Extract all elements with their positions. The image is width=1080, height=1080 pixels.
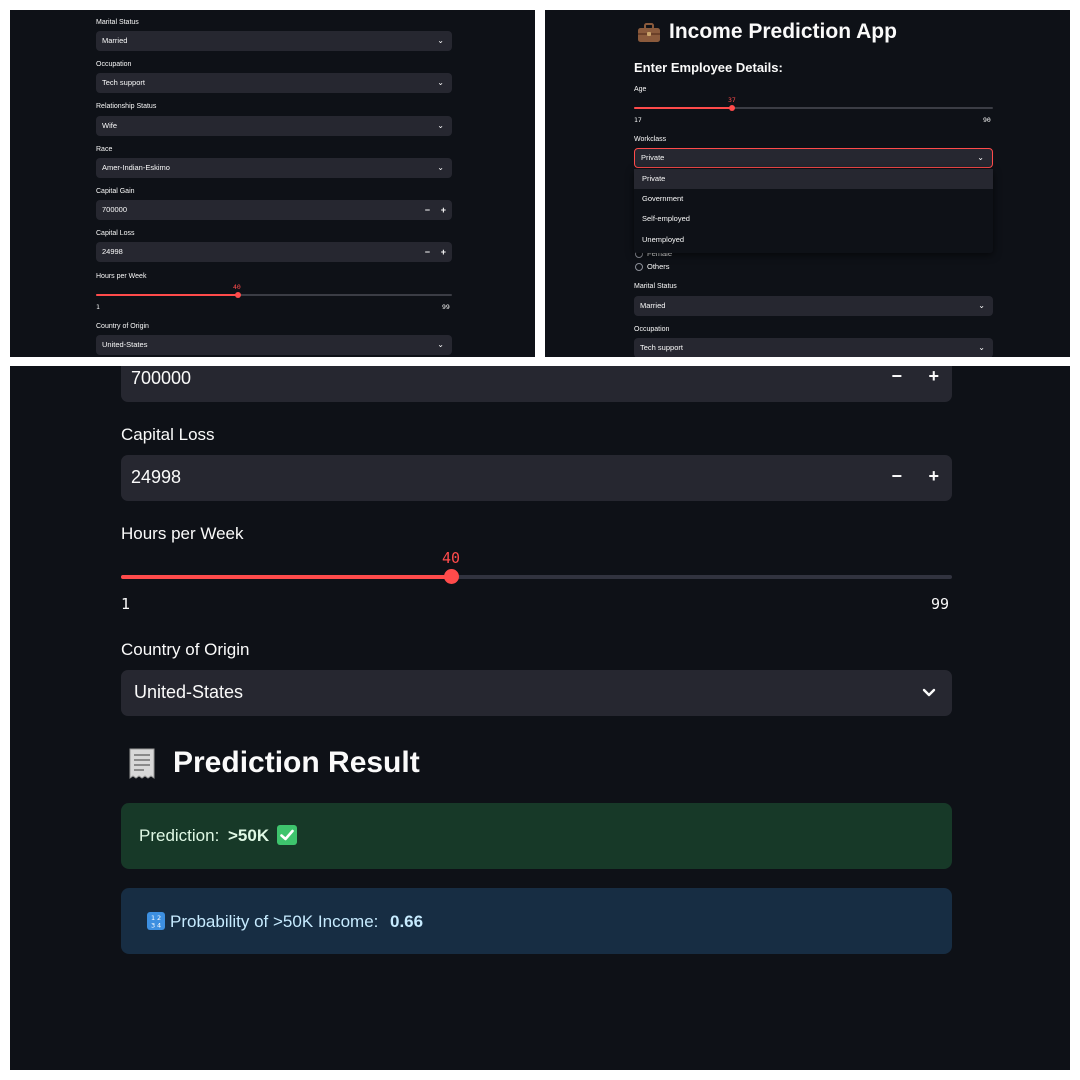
capital-loss-value: 24998 bbox=[131, 467, 182, 487]
hours-slider-value: 40 bbox=[233, 283, 241, 291]
hours-slider-value: 40 bbox=[442, 549, 461, 567]
chevron-down-icon: ⌄ bbox=[437, 78, 444, 87]
marital-status-value: Married bbox=[102, 36, 128, 45]
hours-slider-min: 1 bbox=[96, 303, 100, 311]
marital-status-label: Marital Status bbox=[96, 19, 139, 26]
capital-loss-value: 24998 bbox=[102, 247, 123, 256]
svg-text:3: 3 bbox=[151, 922, 155, 930]
race-label: Race bbox=[96, 146, 113, 153]
chevron-down-icon: ⌄ bbox=[978, 301, 985, 310]
age-slider-min: 17 bbox=[634, 116, 642, 124]
hours-slider-max: 99 bbox=[931, 595, 950, 613]
age-label: Age bbox=[634, 86, 647, 93]
workclass-label: Workclass bbox=[634, 136, 667, 143]
chevron-down-icon: ⌄ bbox=[437, 163, 444, 172]
country-label: Country of Origin bbox=[96, 323, 149, 330]
workclass-select[interactable]: Private ⌄ bbox=[634, 148, 993, 168]
age-slider-value: 37 bbox=[728, 96, 736, 104]
chevron-down-icon: ⌄ bbox=[437, 121, 444, 130]
section-title: Enter Employee Details: bbox=[634, 60, 783, 75]
chevron-down-icon: ⌄ bbox=[977, 153, 984, 162]
minus-icon[interactable]: − bbox=[891, 366, 902, 387]
occupation-label: Occupation bbox=[96, 61, 132, 68]
workclass-option-private[interactable]: Private bbox=[634, 169, 993, 189]
race-value: Amer-Indian-Eskimo bbox=[102, 163, 170, 172]
capital-gain-label: Capital Gain bbox=[96, 188, 135, 195]
workclass-value: Private bbox=[641, 153, 665, 162]
capital-gain-value: 700000 bbox=[131, 368, 192, 388]
probability-alert: 1234 Probability of >50K Income: 0.66 bbox=[121, 888, 952, 954]
occupation-label: Occupation bbox=[634, 326, 670, 333]
country-value: United-States bbox=[102, 340, 148, 349]
gender-radio-others[interactable] bbox=[635, 263, 643, 271]
hours-slider-thumb[interactable] bbox=[444, 569, 459, 584]
occupation-value: Tech support bbox=[640, 343, 683, 352]
occupation-select[interactable]: Tech support ⌄ bbox=[96, 73, 452, 93]
capital-gain-value: 700000 bbox=[102, 205, 128, 214]
minus-icon[interactable]: − bbox=[891, 466, 902, 487]
occupation-value: Tech support bbox=[102, 78, 145, 87]
plus-icon[interactable]: + bbox=[928, 466, 939, 487]
prediction-prefix: Prediction: bbox=[139, 826, 220, 845]
marital-status-select[interactable]: Married ⌄ bbox=[634, 296, 993, 316]
occupation-select[interactable]: Tech support ⌄ bbox=[634, 338, 993, 357]
results-panel: 700000 − + Capital Loss 24998 − + Hours … bbox=[10, 366, 1070, 1070]
svg-text:4: 4 bbox=[157, 922, 161, 930]
marital-status-select[interactable]: Married ⌄ bbox=[96, 31, 452, 51]
chevron-down-icon: ⌄ bbox=[437, 36, 444, 45]
capital-loss-label: Capital Loss bbox=[121, 425, 215, 444]
chevron-down-icon: ⌄ bbox=[978, 343, 985, 352]
country-label: Country of Origin bbox=[121, 640, 250, 659]
relationship-status-label: Relationship Status bbox=[96, 103, 157, 110]
gender-option-others: Others bbox=[647, 262, 670, 271]
numbers-icon: 1234 bbox=[147, 912, 165, 930]
capital-loss-input[interactable]: 24998 − + bbox=[96, 242, 452, 262]
age-slider-thumb[interactable] bbox=[729, 105, 735, 111]
check-mark-icon bbox=[277, 825, 297, 845]
workclass-option-self-employed[interactable]: Self-employed bbox=[634, 209, 993, 229]
hours-slider-max: 99 bbox=[442, 303, 450, 311]
form-panel-top-left: Marital Status Married ⌄ Occupation Tech… bbox=[10, 10, 535, 357]
workclass-dropdown-menu: Private Government Self-employed Unemplo… bbox=[634, 169, 993, 253]
receipt-icon bbox=[127, 747, 157, 781]
probability-prefix: Probability of >50K Income: bbox=[170, 912, 379, 931]
country-select[interactable]: United-States bbox=[121, 670, 952, 716]
briefcase-icon bbox=[637, 23, 661, 43]
chevron-down-icon bbox=[920, 684, 938, 702]
form-panel-top-right: Income Prediction App Enter Employee Det… bbox=[545, 10, 1070, 357]
capital-loss-label: Capital Loss bbox=[96, 230, 135, 237]
capital-gain-input[interactable]: 700000 − + bbox=[96, 200, 452, 220]
chevron-down-icon: ⌄ bbox=[437, 340, 444, 349]
hours-slider-thumb[interactable] bbox=[235, 292, 241, 298]
hours-per-week-label: Hours per Week bbox=[96, 273, 147, 280]
workclass-option-unemployed[interactable]: Unemployed bbox=[634, 230, 993, 250]
hours-per-week-label: Hours per Week bbox=[121, 524, 244, 543]
capital-gain-input[interactable]: 700000 − + bbox=[121, 366, 952, 402]
result-title: Prediction Result bbox=[173, 746, 420, 779]
marital-status-label: Marital Status bbox=[634, 283, 677, 290]
prediction-alert: Prediction: >50K bbox=[121, 803, 952, 869]
country-value: United-States bbox=[134, 682, 244, 702]
relationship-status-select[interactable]: Wife ⌄ bbox=[96, 116, 452, 136]
age-slider-fill bbox=[634, 107, 732, 109]
app-title: Income Prediction App bbox=[669, 20, 897, 43]
marital-status-value: Married bbox=[640, 301, 666, 310]
capital-loss-input[interactable]: 24998 − + bbox=[121, 455, 952, 501]
hours-slider-min: 1 bbox=[121, 595, 131, 613]
hours-slider-fill bbox=[121, 575, 452, 579]
prediction-value: >50K bbox=[228, 826, 270, 845]
minus-icon[interactable]: − bbox=[425, 242, 430, 262]
minus-icon[interactable]: − bbox=[425, 200, 430, 220]
workclass-option-government[interactable]: Government bbox=[634, 189, 993, 209]
relationship-status-value: Wife bbox=[102, 121, 117, 130]
plus-icon[interactable]: + bbox=[441, 242, 446, 262]
probability-value: 0.66 bbox=[390, 912, 424, 931]
race-select[interactable]: Amer-Indian-Eskimo ⌄ bbox=[96, 158, 452, 178]
age-slider-max: 90 bbox=[983, 116, 991, 124]
country-select[interactable]: United-States ⌄ bbox=[96, 335, 452, 355]
hours-slider-fill bbox=[96, 294, 238, 296]
plus-icon[interactable]: + bbox=[928, 366, 939, 387]
plus-icon[interactable]: + bbox=[441, 200, 446, 220]
